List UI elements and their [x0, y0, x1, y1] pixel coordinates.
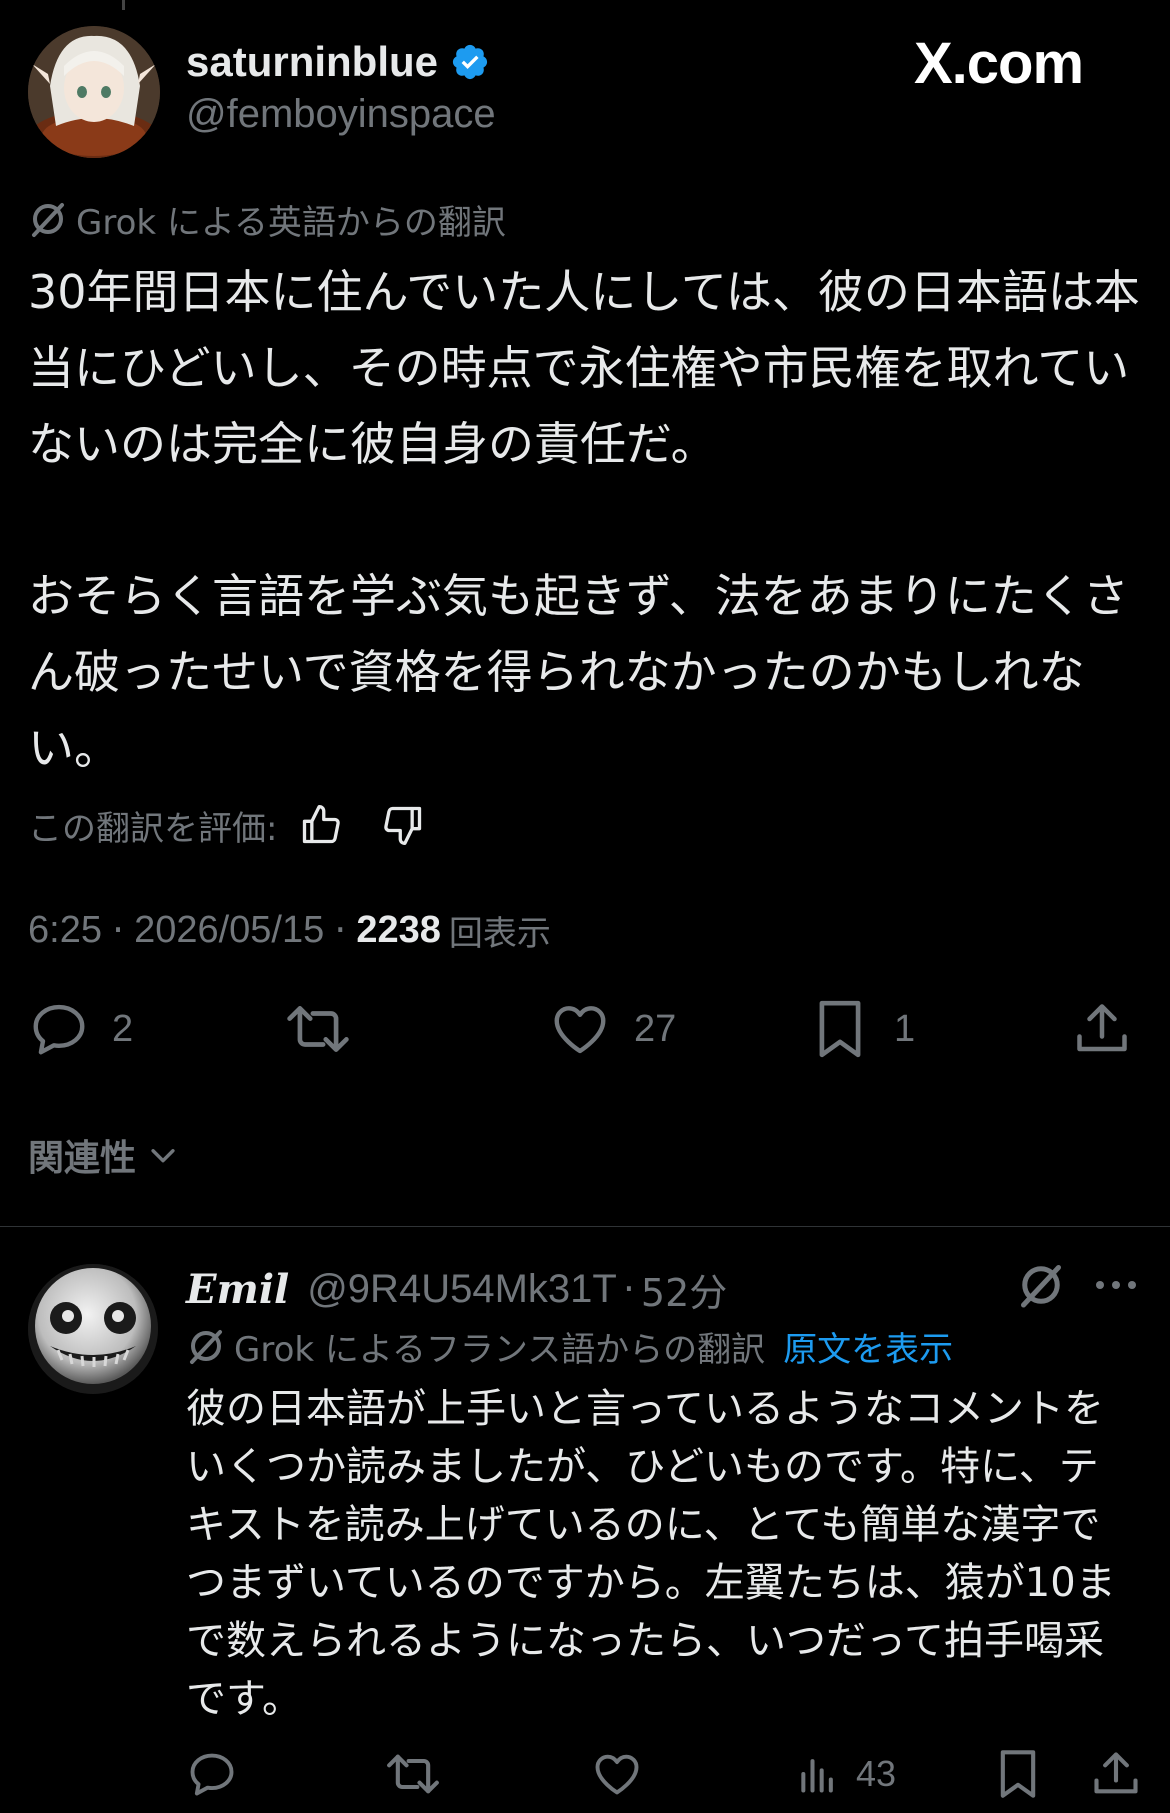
reply-age[interactable]: 52分: [641, 1262, 727, 1317]
reply-retweet-icon[interactable]: [384, 1748, 442, 1800]
emil-face-avatar-icon: [28, 1264, 158, 1394]
analytics-icon: [796, 1750, 840, 1798]
author-display-name[interactable]: saturninblue: [186, 38, 438, 86]
tweet-text-paragraph-2: おそらく言語を学ぶ気も起きず、法をあまりにたくさん破ったせいで資格を得られなかっ…: [28, 569, 1129, 775]
share-icon: [1072, 998, 1132, 1060]
reply-heart-icon[interactable]: [590, 1748, 644, 1800]
reply-handle[interactable]: @9R4U54Mk31T: [307, 1267, 617, 1312]
scroll-artifact: [122, 0, 125, 10]
reply-text: 彼の日本語が上手いと言っているようなコメントをいくつか読みましたが、ひどいもので…: [186, 1386, 1116, 1722]
reply-share-icon[interactable]: [1090, 1748, 1142, 1800]
author-avatar[interactable]: [28, 26, 160, 158]
reply-author-avatar[interactable]: [28, 1264, 158, 1394]
reply-action[interactable]: 2: [28, 996, 133, 1062]
grok-icon: [186, 1326, 226, 1366]
grok-icon: [28, 199, 68, 239]
like-action[interactable]: 27: [548, 996, 676, 1062]
x-watermark: X.com: [914, 31, 1084, 96]
bookmark-count: 1: [894, 1007, 916, 1050]
separator-dot: ·: [622, 1267, 635, 1311]
grok-translate-icon[interactable]: [1016, 1260, 1066, 1310]
rate-translation-label: この翻訳を評価:: [28, 808, 278, 849]
reply-translation-note: Grok によるフランス語からの翻訳: [234, 1329, 766, 1370]
retweet-action[interactable]: [284, 996, 352, 1062]
reply-reply-icon[interactable]: [186, 1748, 238, 1800]
retweet-icon: [284, 998, 352, 1060]
reply-views-count: 43: [856, 1753, 897, 1794]
chevron-down-icon: [146, 1138, 180, 1172]
reply-display-name[interactable]: Emil: [186, 1266, 289, 1313]
tweet-date[interactable]: 2026/05/15: [134, 909, 324, 952]
sort-label: 関連性: [28, 1138, 137, 1179]
translation-note: Grok による英語からの翻訳: [76, 202, 506, 243]
bookmark-action[interactable]: 1: [812, 996, 915, 1062]
separator-dot: ·: [111, 908, 125, 952]
show-original-link[interactable]: 原文を表示: [783, 1322, 953, 1371]
reply-icon: [28, 998, 90, 1060]
tweet-time[interactable]: 6:25: [28, 909, 102, 952]
like-count: 27: [634, 1007, 677, 1050]
views-count: 2238: [356, 908, 441, 951]
thumbs-down-icon[interactable]: [381, 803, 425, 847]
sort-dropdown[interactable]: 関連性: [28, 1130, 180, 1180]
share-action[interactable]: [1072, 996, 1132, 1062]
more-options-icon[interactable]: [1094, 1270, 1138, 1300]
anime-character-avatar-icon: [28, 26, 160, 158]
reply-views[interactable]: 43: [796, 1748, 896, 1800]
heart-icon: [548, 998, 612, 1060]
verified-badge-icon: [450, 42, 490, 82]
author-handle[interactable]: @femboyinspace: [186, 92, 496, 137]
bookmark-icon: [812, 998, 868, 1060]
tweet-text-paragraph-1: 30年間日本に住んでいた人にしては、彼の日本語は本当にひどいし、その時点で永住権…: [28, 265, 1140, 471]
section-divider: [0, 1226, 1170, 1227]
views-label: 回表示: [448, 913, 551, 954]
thumbs-up-icon[interactable]: [299, 803, 343, 847]
reply-bookmark-icon[interactable]: [994, 1748, 1042, 1800]
reply-count: 2: [112, 1007, 134, 1050]
separator-dot: ·: [334, 908, 347, 952]
